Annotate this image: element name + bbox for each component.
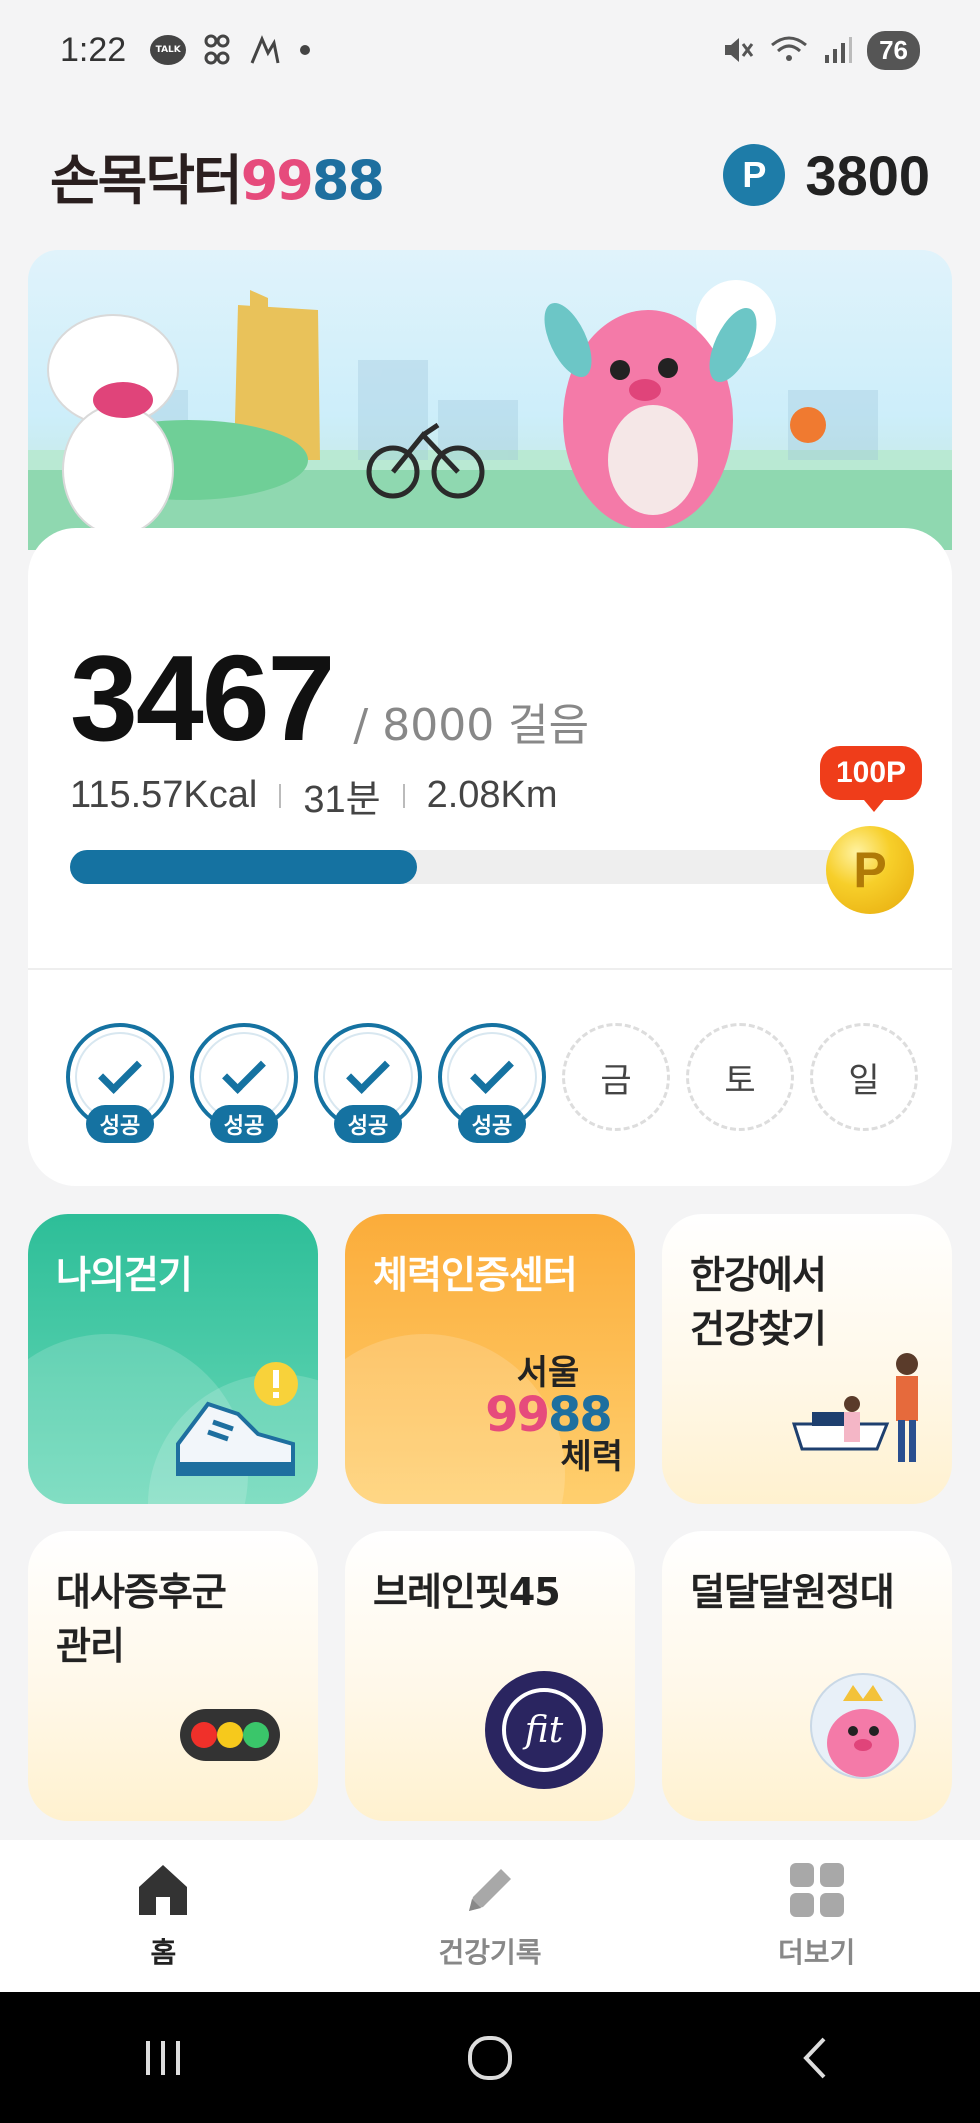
- status-time: 1:22: [60, 30, 127, 69]
- wifi-icon: [771, 36, 808, 61]
- home-icon: [139, 1865, 188, 1915]
- card-divider: [28, 968, 952, 970]
- logo-number-88: 88: [311, 148, 385, 212]
- day-3-status: 성공: [314, 1023, 422, 1143]
- hangang-health-tile[interactable]: 한강에서 건강찾기: [662, 1214, 952, 1504]
- app-logo[interactable]: 손목닥터9988: [50, 136, 385, 215]
- day-4-status: 성공: [438, 1023, 546, 1143]
- day-label: 금: [562, 1023, 670, 1131]
- fitness-logo-number: 9988: [473, 1391, 623, 1439]
- success-badge: 성공: [334, 1105, 402, 1143]
- nav-label: 건강기록: [438, 1936, 542, 1969]
- home-button-icon[interactable]: [465, 2033, 515, 2083]
- pink-character-avatar: [810, 1673, 916, 1779]
- grid-icon: [789, 1863, 844, 1917]
- signal-icon: [825, 37, 853, 63]
- seoul-9988-fitness-logo: 서울 9988 체력: [473, 1352, 623, 1478]
- check-icon: [98, 1050, 142, 1094]
- banner-illustration: [28, 280, 952, 550]
- tile-title: 한강에서 건강찾기: [690, 1248, 827, 1356]
- nav-health-record[interactable]: 건강기록: [360, 1861, 620, 1971]
- battery-indicator: 76: [867, 30, 920, 70]
- fitness-logo-88: 88: [548, 1387, 613, 1443]
- check-icon: [470, 1050, 514, 1094]
- logo-text: 손목닥터: [50, 148, 243, 212]
- brain-fit-logo: fit: [485, 1671, 603, 1789]
- character-banner: [28, 250, 952, 550]
- duration-value: 31분: [303, 779, 381, 821]
- nav-label: 더보기: [778, 1936, 856, 1969]
- mute-icon: [725, 38, 754, 62]
- nav-more[interactable]: 더보기: [687, 1861, 947, 1971]
- step-goal: / 8000 걸음: [353, 700, 590, 751]
- tile-title: 덜달달원정대: [690, 1570, 895, 1614]
- app-9988-icon: [204, 34, 230, 65]
- app-header: 손목닥터9988 P 3800: [0, 120, 980, 230]
- calories-value: 115.57Kcal: [70, 774, 258, 816]
- stats-divider: [279, 783, 282, 808]
- my-walking-tile[interactable]: 나의걷기: [28, 1214, 318, 1504]
- recent-apps-icon[interactable]: [138, 2033, 188, 2083]
- metabolic-syndrome-tile[interactable]: 대사증후군 관리: [28, 1531, 318, 1821]
- distance-value: 2.08Km: [426, 774, 558, 816]
- step-progress-fill: [70, 850, 417, 884]
- traffic-light-icon: [180, 1709, 280, 1761]
- nav-label: 홈: [150, 1936, 177, 1969]
- step-summary-card[interactable]: 3467 / 8000 걸음 115.57Kcal 31분 2.08Km 100…: [28, 528, 952, 1186]
- day-sunday-status: 일: [810, 1023, 918, 1131]
- tile-title: 나의걷기: [56, 1253, 193, 1297]
- activity-stats: 115.57Kcal 31분 2.08Km: [70, 768, 558, 823]
- status-notifications: TALK: [150, 33, 311, 67]
- tile-title: 체력인증센터: [373, 1253, 578, 1297]
- fitness-center-tile[interactable]: 체력인증센터 서울 9988 체력: [345, 1214, 635, 1504]
- logo-number-99: 99: [240, 148, 314, 212]
- step-count-row: 3467 / 8000 걸음: [70, 628, 589, 768]
- sneaker-icon: [176, 1362, 298, 1476]
- points-icon: P: [723, 144, 786, 206]
- step-count: 3467: [70, 630, 335, 766]
- stats-divider: [402, 783, 405, 808]
- check-icon: [222, 1050, 266, 1094]
- weekly-attendance: 성공 성공 성공 성공 금 토 일: [66, 1023, 918, 1143]
- status-bar: 1:22 TALK 76: [0, 0, 980, 100]
- status-system-icons: 76: [721, 30, 920, 70]
- brain-fit-tile[interactable]: 브레인핏45 fit: [345, 1531, 635, 1821]
- hangang-illustration: [792, 1353, 918, 1462]
- tile-title: 대사증후군 관리: [56, 1565, 227, 1673]
- nav-home[interactable]: 홈: [33, 1861, 293, 1971]
- bottom-navigation: 홈 건강기록 더보기: [0, 1840, 980, 1992]
- sugar-squad-tile[interactable]: 덜달달원정대: [662, 1531, 952, 1821]
- success-badge: 성공: [210, 1105, 278, 1143]
- tile-title-line2: 관리: [56, 1624, 125, 1668]
- pencil-icon: [468, 1869, 511, 1911]
- step-progress-bar: [70, 850, 870, 884]
- day-friday-status: 금: [562, 1023, 670, 1131]
- brain-fit-logo-text: fit: [502, 1688, 586, 1772]
- day-saturday-status: 토: [686, 1023, 794, 1131]
- back-icon[interactable]: [792, 2033, 842, 2083]
- tile-title-line1: 대사증후군: [56, 1570, 227, 1614]
- day-label: 일: [810, 1023, 918, 1131]
- day-2-status: 성공: [190, 1023, 298, 1143]
- tile-title: 브레인핏45: [373, 1570, 561, 1614]
- success-badge: 성공: [86, 1105, 154, 1143]
- check-icon: [346, 1050, 390, 1094]
- tile-title-line1: 한강에서: [690, 1253, 827, 1297]
- day-1-status: 성공: [66, 1023, 174, 1143]
- kakaotalk-icon: TALK: [150, 35, 187, 65]
- system-navigation-bar: [0, 1992, 980, 2123]
- points-value: 3800: [805, 143, 930, 207]
- points-display[interactable]: P 3800: [723, 143, 930, 208]
- signature-icon: [250, 35, 280, 64]
- fitness-logo-99: 99: [485, 1387, 550, 1443]
- more-notifications-dot-icon: [300, 45, 311, 55]
- reward-bubble: 100P: [820, 746, 923, 812]
- success-badge: 성공: [458, 1105, 526, 1143]
- day-label: 토: [686, 1023, 794, 1131]
- coin-icon[interactable]: P: [826, 826, 914, 914]
